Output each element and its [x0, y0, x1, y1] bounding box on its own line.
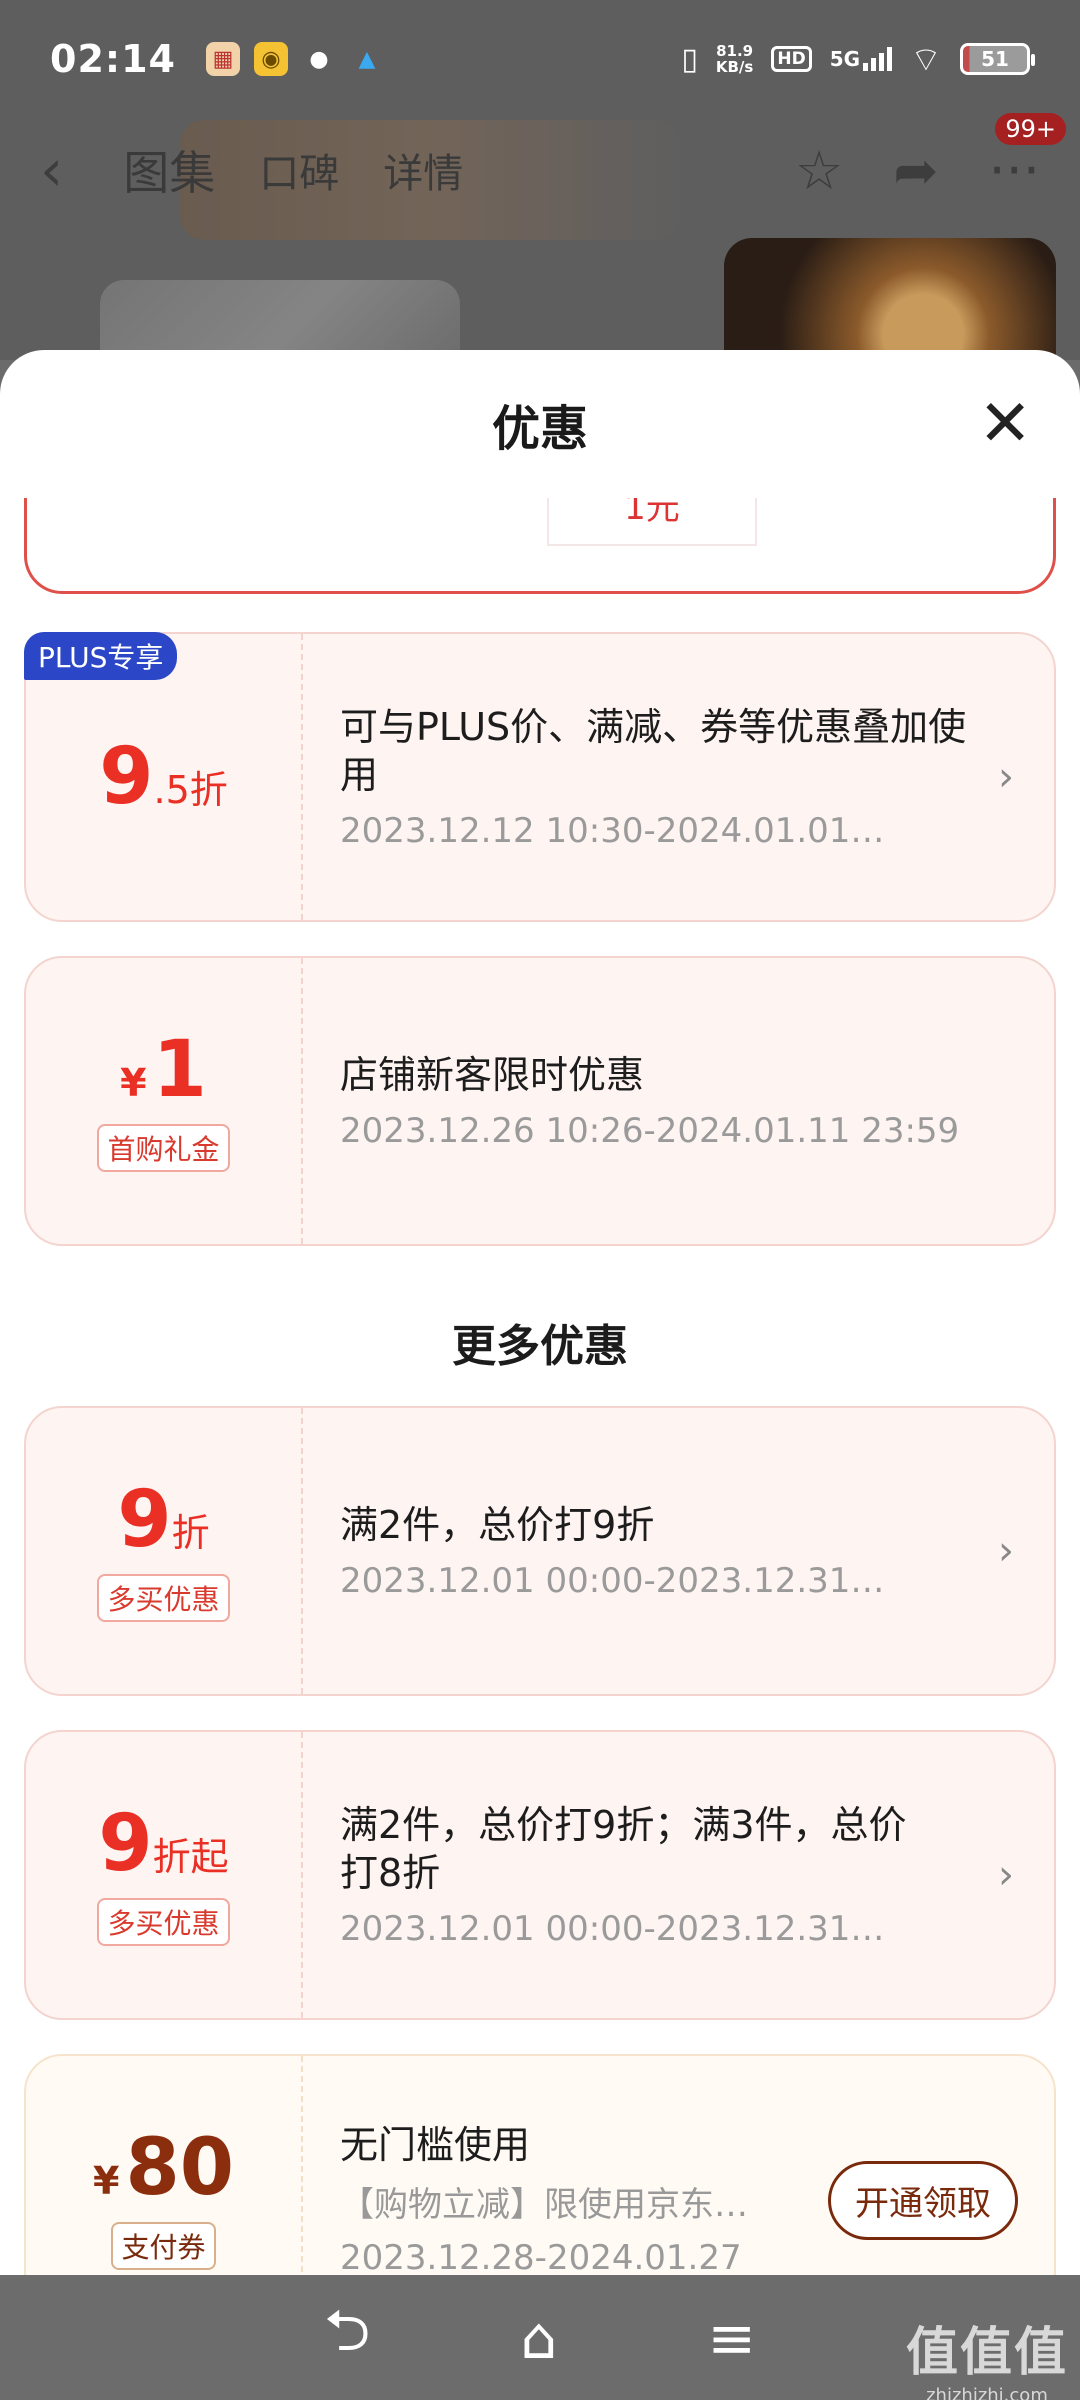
currency-symbol: ¥ — [93, 2159, 120, 2203]
tab-reviews[interactable]: 口碑 — [259, 141, 339, 199]
discount-number: 9 — [99, 732, 154, 822]
coupon-amount-chip: 1元 — [547, 498, 757, 546]
multi-buy-card[interactable]: 9 折 多买优惠 满2件，总价打9折 2023.12.01 00:00-2023… — [24, 1406, 1056, 1696]
chevron-right-icon: › — [998, 1852, 1014, 1898]
share-icon[interactable]: ➦ — [893, 139, 938, 202]
coupon-value-area: ¥ 1 首购礼金 — [26, 958, 303, 1244]
payment-coupon-card[interactable]: ¥ 80 支付券 无门槛使用 【购物立减】限使用京东… 2023.12.28-2… — [24, 2054, 1056, 2275]
product-thumbnail — [724, 238, 1056, 360]
coupon-amount: ¥ 1 — [120, 1030, 207, 1110]
status-time: 02:14 — [50, 37, 176, 81]
coupon-number: 80 — [125, 2123, 234, 2213]
vibrate-icon: ▯ — [681, 41, 698, 77]
app-notification-icon: ▦ — [205, 42, 240, 76]
app-notification-icon: ◉ — [253, 42, 288, 76]
watermark-url: zhizhizhi.com — [926, 2385, 1048, 2400]
discount-number: 9 — [98, 1799, 153, 1889]
multi-buy-tiered-card[interactable]: 9 折起 多买优惠 满2件，总价打9折；满3件，总价打8折 2023.12.01… — [24, 1730, 1056, 2020]
discount-value-area: 9 折 多买优惠 — [26, 1408, 303, 1694]
more-promotions-title: 更多优惠 — [452, 1321, 628, 1372]
coupon-value-area: ¥ 80 支付券 — [26, 2056, 303, 2275]
battery-level: 51 — [981, 47, 1009, 71]
discount-info: 可与PLUS价、满减、券等优惠叠加使用 2023.12.12 10:30-202… — [340, 634, 984, 920]
activate-claim-button[interactable]: 开通领取 — [828, 2161, 1018, 2240]
discount-amount: 9 折 — [117, 1480, 209, 1560]
coupon-number: 1 — [152, 1025, 207, 1115]
discount-description: 满2件，总价打9折；满3件，总价打8折 — [340, 1803, 907, 1895]
hd-badge: HD — [771, 46, 812, 72]
chevron-right-icon: › — [998, 754, 1014, 800]
discount-info: 满2件，总价打9折；满3件，总价打8折 2023.12.01 00:00-202… — [340, 1732, 934, 2018]
discount-unit: 折 — [171, 1511, 210, 1555]
promotions-sheet: 优惠 ✕ 1元 9 .5折 可与PLUS价、满减、券等优惠叠加使用 2023.1… — [0, 350, 1080, 2275]
plus-exclusive-badge: PLUS专享 — [24, 632, 178, 680]
discount-number: 9 — [117, 1475, 172, 1565]
new-customer-card[interactable]: ¥ 1 首购礼金 店铺新客限时优惠 2023.12.26 10:26-2024.… — [24, 956, 1056, 1246]
coupon-card-partial[interactable]: 1元 — [24, 498, 1056, 594]
home-nav-icon[interactable]: ⌂ — [521, 2304, 558, 2372]
background-photo — [100, 280, 460, 360]
qq-icon: ▲ — [358, 46, 376, 72]
discount-amount: 9 折起 — [98, 1804, 228, 1884]
discount-description: 满2件，总价打9折 — [340, 1503, 655, 1547]
favorite-star-icon[interactable]: ☆ — [795, 139, 843, 202]
plus-discount-card[interactable]: 9 .5折 可与PLUS价、满减、券等优惠叠加使用 2023.12.12 10:… — [24, 632, 1056, 922]
validity-period: 2023.12.28-2024.01.27 — [340, 2237, 742, 2276]
validity-period: 2023.12.01 00:00-2023.12.31… — [340, 1909, 885, 1949]
signal-icon: 5G — [829, 47, 893, 71]
coupon-description: 店铺新客限时优惠 — [340, 1053, 645, 1097]
coupon-type-tag: 首购礼金 — [97, 1124, 230, 1172]
discount-description: 可与PLUS价、满减、券等优惠叠加使用 — [340, 705, 967, 797]
discount-unit: 折起 — [152, 1835, 229, 1879]
back-icon[interactable]: ‹ — [40, 136, 63, 204]
more-icon[interactable]: ··· — [989, 139, 1041, 202]
coupon-amount: ¥ 80 — [93, 2128, 234, 2208]
net-speed: 81.9 KB/s — [716, 43, 753, 75]
discount-info: 满2件，总价打9折 2023.12.01 00:00-2023.12.31… — [340, 1408, 984, 1694]
notification-icons: ▦ ◉ ● ▲ — [205, 42, 384, 76]
watermark: 值值值 zhizhizhi.com — [906, 2310, 1068, 2400]
watermark-logo: 值值值 — [905, 2323, 1068, 2383]
coupon-sub-description: 【购物立减】限使用京东… — [340, 2184, 748, 2225]
menu-nav-icon[interactable]: ≡ — [707, 2304, 756, 2372]
promo-type-tag: 多买优惠 — [97, 1898, 230, 1946]
coupon-type-tag: 支付券 — [111, 2222, 216, 2270]
discount-unit: .5折 — [153, 768, 228, 812]
sheet-title: 优惠 — [491, 401, 588, 457]
message-count-badge: 99+ — [995, 112, 1066, 145]
currency-symbol: ¥ — [120, 1061, 147, 1105]
message-icon: ● — [309, 46, 329, 72]
net-speed-unit: KB/s — [715, 58, 754, 76]
coupon-description: 无门槛使用 — [340, 2122, 531, 2167]
chevron-right-icon: › — [998, 1528, 1014, 1574]
discount-amount: 9 .5折 — [99, 737, 228, 817]
tab-gallery[interactable]: 图集 — [123, 137, 215, 203]
wifi-icon: ⌔ — [910, 39, 942, 80]
sheet-header: 优惠 ✕ — [0, 350, 1080, 498]
close-icon[interactable]: ✕ — [978, 392, 1032, 456]
back-nav-icon[interactable]: ⮌ — [324, 2288, 370, 2387]
battery-icon: 51 — [960, 43, 1035, 75]
tab-details[interactable]: 详情 — [383, 141, 463, 199]
coupon-info: 店铺新客限时优惠 2023.12.26 10:26-2024.01.11 23:… — [340, 958, 984, 1244]
promo-type-tag: 多买优惠 — [97, 1574, 230, 1622]
coupon-info: 无门槛使用 【购物立减】限使用京东… 2023.12.28-2024.01.27 — [340, 2056, 754, 2276]
validity-period: 2023.12.12 10:30-2024.01.01… — [340, 811, 885, 851]
top-nav: ‹ 图集 口碑 详情 ☆ ➦ ··· 99+ — [0, 112, 1080, 210]
status-bar: 02:14 ▦ ◉ ● ▲ ▯ 81.9 KB/s HD 5G ⌔ 51 — [0, 0, 1080, 118]
validity-period: 2023.12.26 10:26-2024.01.11 23:59 — [340, 1111, 960, 1151]
discount-value-area: 9 折起 多买优惠 — [26, 1732, 303, 2018]
validity-period: 2023.12.01 00:00-2023.12.31… — [340, 1561, 885, 1601]
network-type: 5G — [829, 47, 861, 71]
